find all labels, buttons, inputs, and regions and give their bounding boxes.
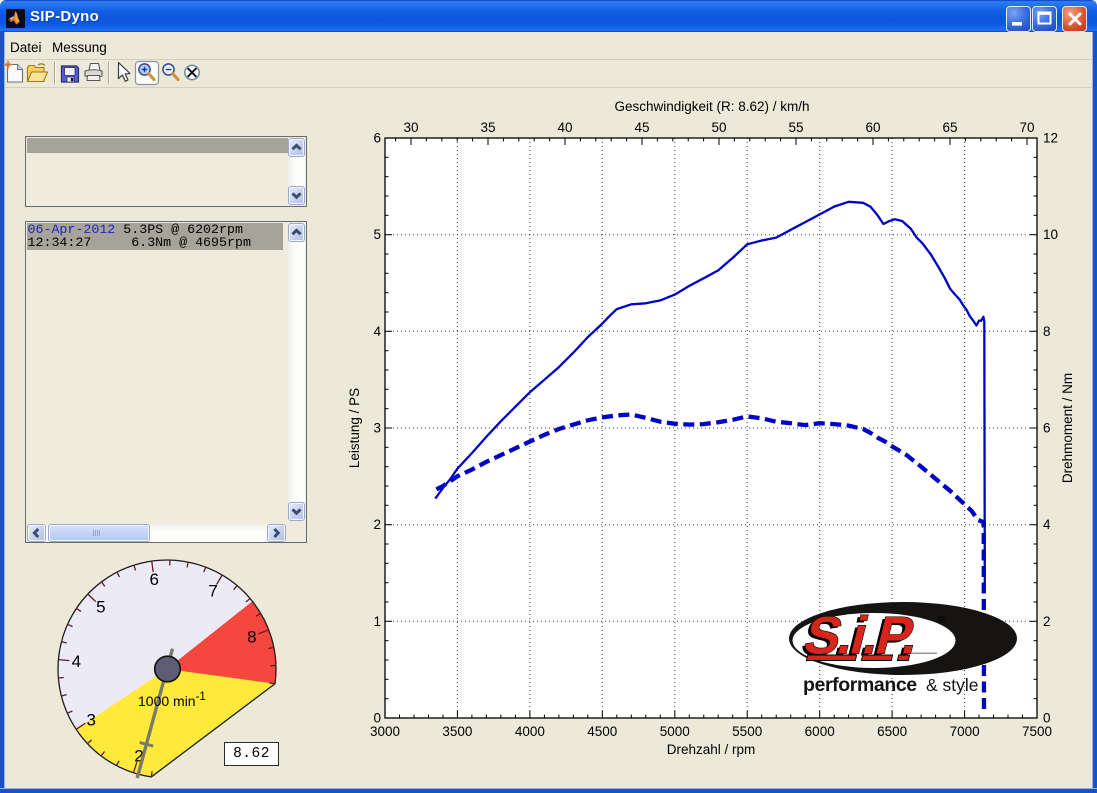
svg-text:6000: 6000 bbox=[805, 724, 835, 739]
svg-text:& style: & style bbox=[926, 675, 979, 695]
svg-text:0: 0 bbox=[1043, 711, 1051, 726]
svg-text:3500: 3500 bbox=[442, 724, 472, 739]
svg-text:1: 1 bbox=[373, 614, 381, 629]
svg-text:Drehmoment / Nm: Drehmoment / Nm bbox=[1060, 373, 1075, 483]
svg-text:6500: 6500 bbox=[877, 724, 907, 739]
svg-text:3000: 3000 bbox=[370, 724, 400, 739]
svg-text:55: 55 bbox=[788, 120, 803, 135]
svg-text:Leistung / PS: Leistung / PS bbox=[347, 388, 362, 468]
svg-text:7500: 7500 bbox=[1022, 724, 1052, 739]
svg-text:®: ® bbox=[938, 614, 946, 626]
svg-text:7000: 7000 bbox=[950, 724, 980, 739]
svg-text:2: 2 bbox=[1043, 614, 1051, 629]
svg-text:performance: performance bbox=[803, 674, 917, 696]
svg-text:4500: 4500 bbox=[587, 724, 617, 739]
svg-text:Drehzahl / rpm: Drehzahl / rpm bbox=[667, 742, 756, 757]
svg-text:40: 40 bbox=[557, 120, 572, 135]
svg-text:70: 70 bbox=[1019, 120, 1034, 135]
svg-text:3: 3 bbox=[373, 421, 381, 436]
svg-text:45: 45 bbox=[634, 120, 649, 135]
svg-text:30: 30 bbox=[403, 120, 418, 135]
svg-text:6: 6 bbox=[1043, 421, 1051, 436]
svg-text:35: 35 bbox=[480, 120, 495, 135]
svg-text:4000: 4000 bbox=[515, 724, 545, 739]
svg-text:5: 5 bbox=[373, 227, 381, 242]
svg-text:8: 8 bbox=[1043, 324, 1051, 339]
svg-text:5500: 5500 bbox=[732, 724, 762, 739]
svg-text:12: 12 bbox=[1043, 131, 1058, 146]
svg-text:2: 2 bbox=[373, 517, 381, 532]
svg-text:6: 6 bbox=[373, 131, 381, 146]
svg-text:Geschwindigkeit (R: 8.62) / km: Geschwindigkeit (R: 8.62) / km/h bbox=[614, 99, 809, 114]
svg-text:10: 10 bbox=[1043, 227, 1058, 242]
svg-text:50: 50 bbox=[711, 120, 726, 135]
svg-text:4: 4 bbox=[373, 324, 381, 339]
svg-text:60: 60 bbox=[865, 120, 880, 135]
svg-text:5000: 5000 bbox=[660, 724, 690, 739]
svg-text:65: 65 bbox=[942, 120, 957, 135]
svg-text:0: 0 bbox=[373, 711, 381, 726]
svg-text:4: 4 bbox=[1043, 517, 1051, 532]
